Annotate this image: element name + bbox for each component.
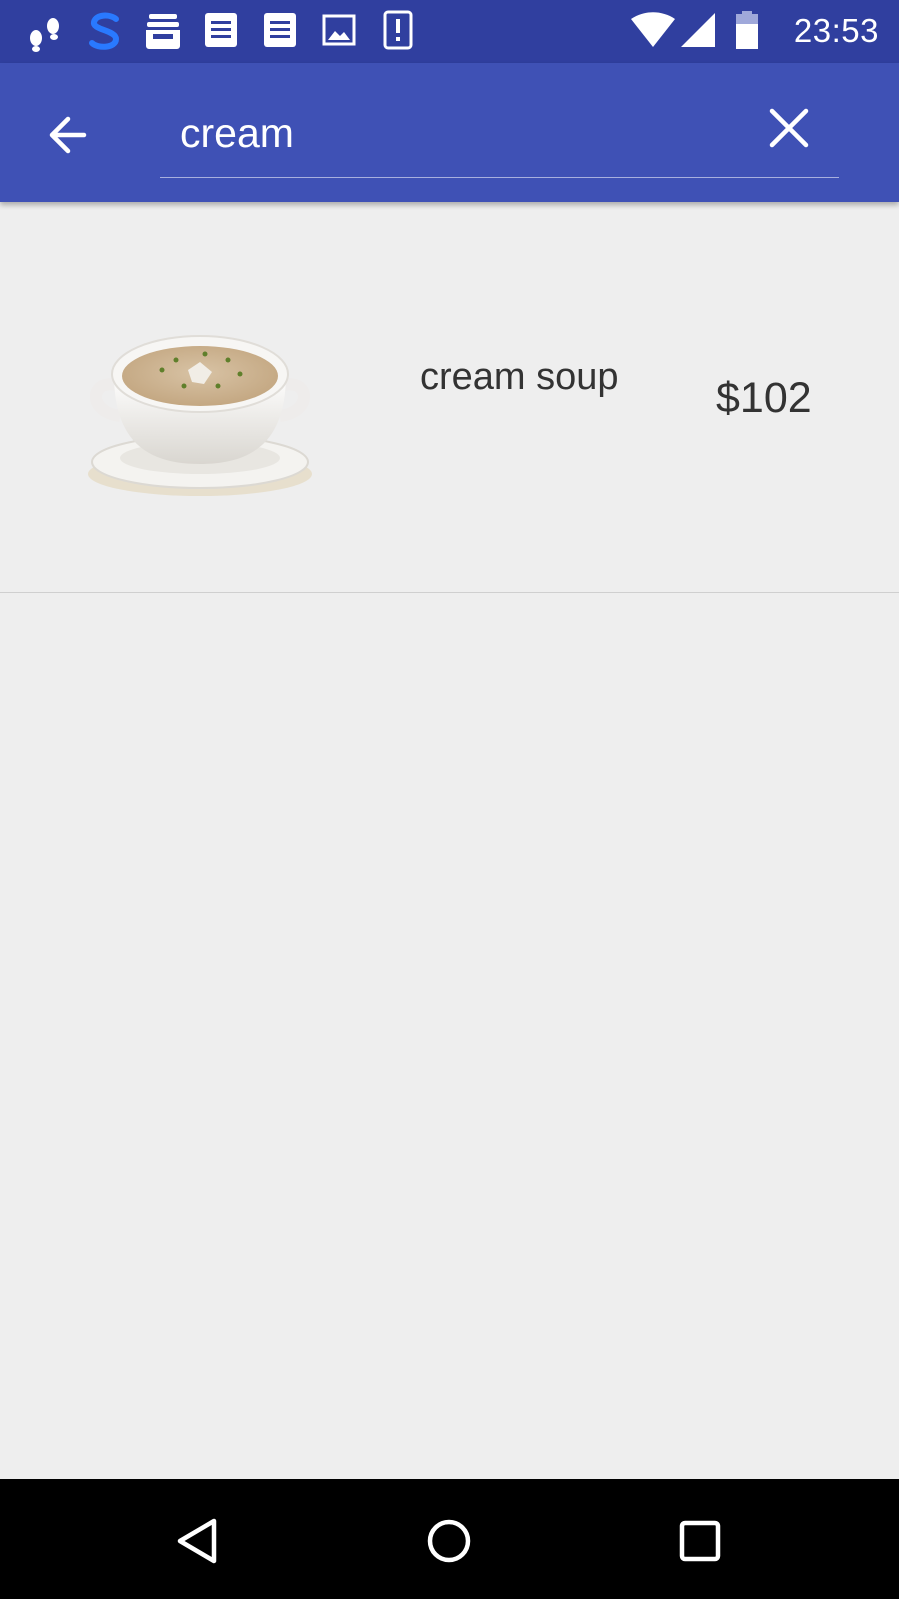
document-icon bbox=[205, 13, 237, 47]
search-field bbox=[160, 88, 839, 178]
close-icon bbox=[769, 108, 809, 148]
item-price: $102 bbox=[716, 374, 812, 422]
item-name: cream soup bbox=[420, 356, 619, 398]
battery-icon bbox=[736, 11, 758, 49]
search-app-bar bbox=[0, 63, 899, 202]
list-item[interactable]: cream soup $102 bbox=[0, 202, 899, 593]
arrow-back-icon bbox=[49, 116, 87, 154]
inbox-tray-icon bbox=[146, 14, 180, 49]
footsteps-icon bbox=[30, 18, 59, 52]
back-button[interactable] bbox=[42, 107, 98, 163]
nav-recents-button[interactable] bbox=[670, 1511, 730, 1571]
status-time: 23:53 bbox=[793, 12, 879, 49]
cream-soup-image bbox=[88, 335, 312, 496]
document-icon bbox=[264, 13, 296, 47]
nav-back-button[interactable] bbox=[170, 1511, 230, 1571]
nav-home-button[interactable] bbox=[419, 1511, 479, 1571]
home-circle-icon bbox=[427, 1519, 471, 1563]
navigation-bar bbox=[0, 1479, 899, 1599]
s-app-icon bbox=[89, 12, 120, 50]
alert-icon bbox=[383, 10, 413, 50]
status-bar: 23:53 bbox=[0, 0, 899, 63]
image-icon bbox=[322, 14, 356, 46]
signal-icon bbox=[681, 13, 715, 47]
wifi-icon bbox=[631, 12, 675, 47]
recents-square-icon bbox=[679, 1520, 721, 1562]
search-input[interactable] bbox=[180, 108, 740, 158]
clear-search-button[interactable] bbox=[764, 103, 814, 153]
back-triangle-icon bbox=[177, 1518, 217, 1564]
